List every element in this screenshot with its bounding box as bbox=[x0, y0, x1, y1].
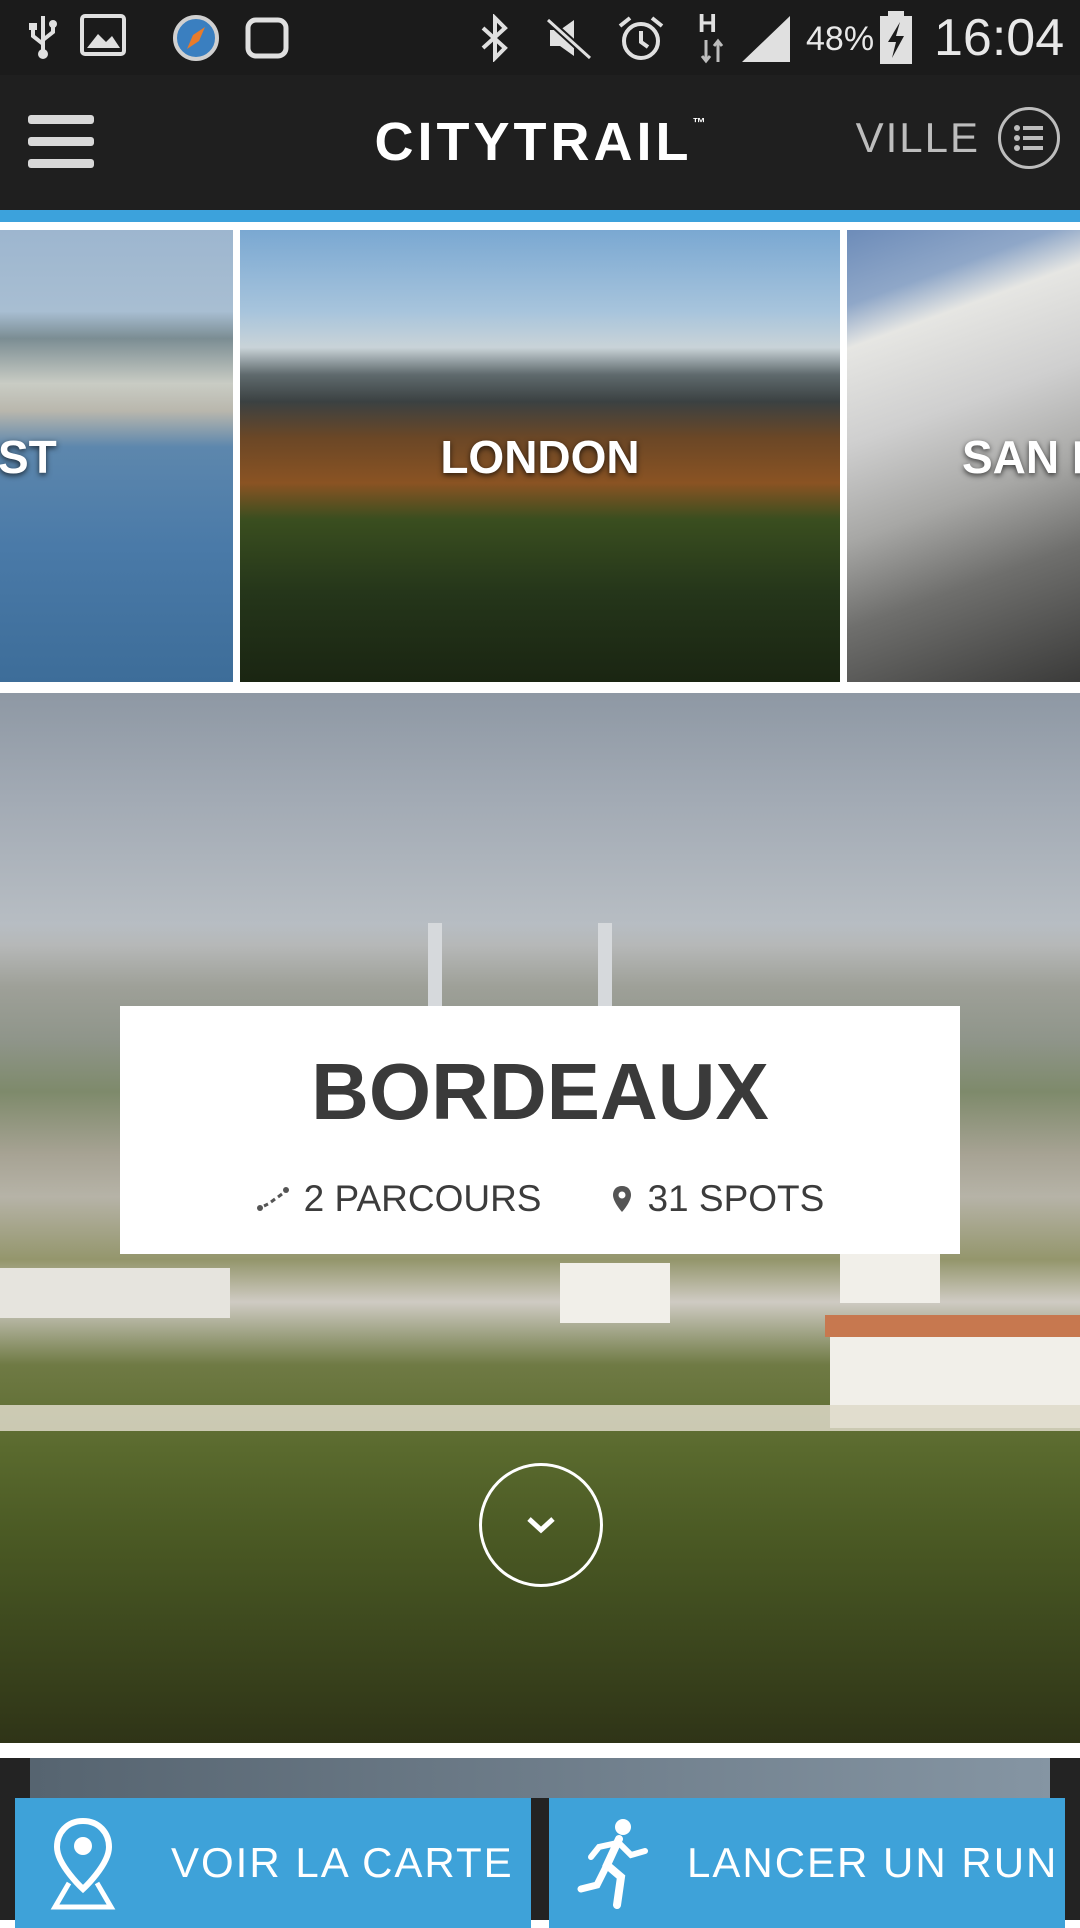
view-map-button[interactable]: VOIR LA CARTE bbox=[15, 1798, 531, 1928]
list-icon bbox=[998, 107, 1060, 169]
city-button-label: VILLE bbox=[855, 114, 980, 161]
battery-icon bbox=[880, 11, 912, 64]
city-card-label: ST bbox=[0, 431, 57, 483]
route-icon bbox=[256, 1187, 289, 1211]
city-carousel[interactable]: ST LONDON SAN F bbox=[0, 230, 1080, 682]
pin-icon bbox=[613, 1186, 632, 1212]
runner-icon bbox=[577, 1819, 648, 1909]
bottom-action-bar: VOIR LA CARTE LANCER UN RUN bbox=[0, 1758, 1080, 1928]
map-pin-icon bbox=[50, 1817, 116, 1910]
start-run-label: LANCER UN RUN bbox=[687, 1839, 1059, 1886]
accent-divider bbox=[0, 210, 1080, 222]
battery-percent: 48% bbox=[806, 20, 875, 58]
compass-icon bbox=[173, 15, 219, 61]
chevron-down-icon bbox=[527, 1517, 555, 1534]
trademark: ™ bbox=[692, 115, 706, 130]
city-card-budapest[interactable]: ST bbox=[0, 230, 233, 682]
view-map-label: VOIR LA CARTE bbox=[171, 1839, 514, 1886]
network-type: H bbox=[698, 8, 717, 38]
city-name: BORDEAUX bbox=[311, 1047, 769, 1136]
status-bar: H 48% 16:04 bbox=[0, 0, 1080, 75]
city-stats: 2 PARCOURS 31 SPOTS bbox=[120, 1178, 960, 1220]
bluetooth-icon bbox=[481, 14, 508, 62]
spots-stat: 31 SPOTS bbox=[611, 1178, 824, 1220]
routes-stat: 2 PARCOURS bbox=[256, 1178, 542, 1220]
alarm-icon bbox=[618, 16, 664, 60]
scroll-down-button[interactable] bbox=[479, 1463, 603, 1587]
city-list-button[interactable]: VILLE bbox=[856, 103, 1060, 173]
brand-name: CITYTRAIL bbox=[374, 112, 693, 172]
start-run-button[interactable]: LANCER UN RUN bbox=[549, 1798, 1065, 1928]
signal-icon bbox=[742, 16, 790, 62]
city-card-label: LONDON bbox=[440, 431, 640, 483]
city-card-san-francisco[interactable]: SAN F bbox=[847, 230, 1080, 682]
city-info-card[interactable]: BORDEAUX 2 PARCOURS 31 SPOTS bbox=[120, 1006, 960, 1254]
city-card-london[interactable]: LONDON bbox=[240, 230, 840, 682]
routes-count: 2 PARCOURS bbox=[303, 1178, 542, 1219]
watch-icon bbox=[245, 17, 289, 59]
data-arrows-icon bbox=[700, 38, 724, 64]
app-bar: CITYTRAIL™ VILLE bbox=[0, 75, 1080, 210]
mute-icon bbox=[545, 17, 593, 61]
usb-icon bbox=[29, 16, 57, 59]
hero-city-image: BORDEAUX 2 PARCOURS 31 SPOTS bbox=[0, 693, 1080, 1743]
clock: 16:04 bbox=[934, 9, 1065, 67]
spots-count: 31 SPOTS bbox=[647, 1178, 825, 1219]
image-icon bbox=[80, 14, 126, 56]
city-card-label: SAN F bbox=[962, 431, 1080, 483]
next-city-card-peek bbox=[30, 1758, 1050, 1798]
